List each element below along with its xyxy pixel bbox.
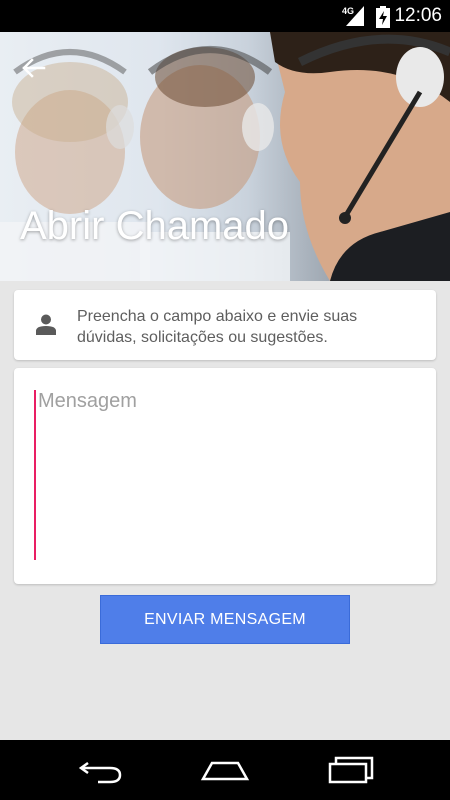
person-icon — [36, 314, 56, 335]
battery-charging-icon — [376, 6, 390, 28]
signal-icon — [346, 6, 364, 26]
status-bar: 4G 12:06 — [0, 0, 450, 32]
home-icon[interactable] — [200, 755, 250, 785]
clock: 12:06 — [394, 5, 442, 26]
message-card — [14, 368, 436, 584]
info-card: Preencha o campo abaixo e envie suas dúv… — [14, 290, 436, 360]
page-title: Abrir Chamado — [20, 204, 290, 248]
send-message-button[interactable]: ENVIAR MENSAGEM — [100, 595, 350, 644]
arrow-back-icon[interactable] — [20, 57, 46, 79]
navigation-bar — [0, 740, 450, 800]
info-text: Preencha o campo abaixo e envie suas dúv… — [77, 308, 358, 346]
back-icon[interactable] — [76, 755, 126, 785]
recent-apps-icon[interactable] — [326, 755, 376, 785]
header-hero: Abrir Chamado — [0, 32, 450, 281]
message-input[interactable] — [34, 390, 418, 560]
